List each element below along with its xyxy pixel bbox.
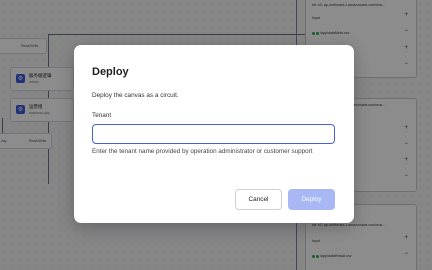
cancel-button[interactable]: Cancel: [235, 189, 282, 210]
dialog-description: Deploy the canvas as a circuit.: [92, 92, 179, 99]
deploy-dialog: Deploy Deploy the canvas as a circuit. T…: [74, 45, 354, 223]
deploy-button[interactable]: Deploy: [288, 189, 335, 210]
dialog-title: Deploy: [92, 66, 129, 78]
tenant-label: Tenant: [92, 112, 112, 119]
tenant-input[interactable]: [92, 124, 335, 144]
tenant-help-text: Enter the tenant name provided by operat…: [92, 148, 313, 155]
